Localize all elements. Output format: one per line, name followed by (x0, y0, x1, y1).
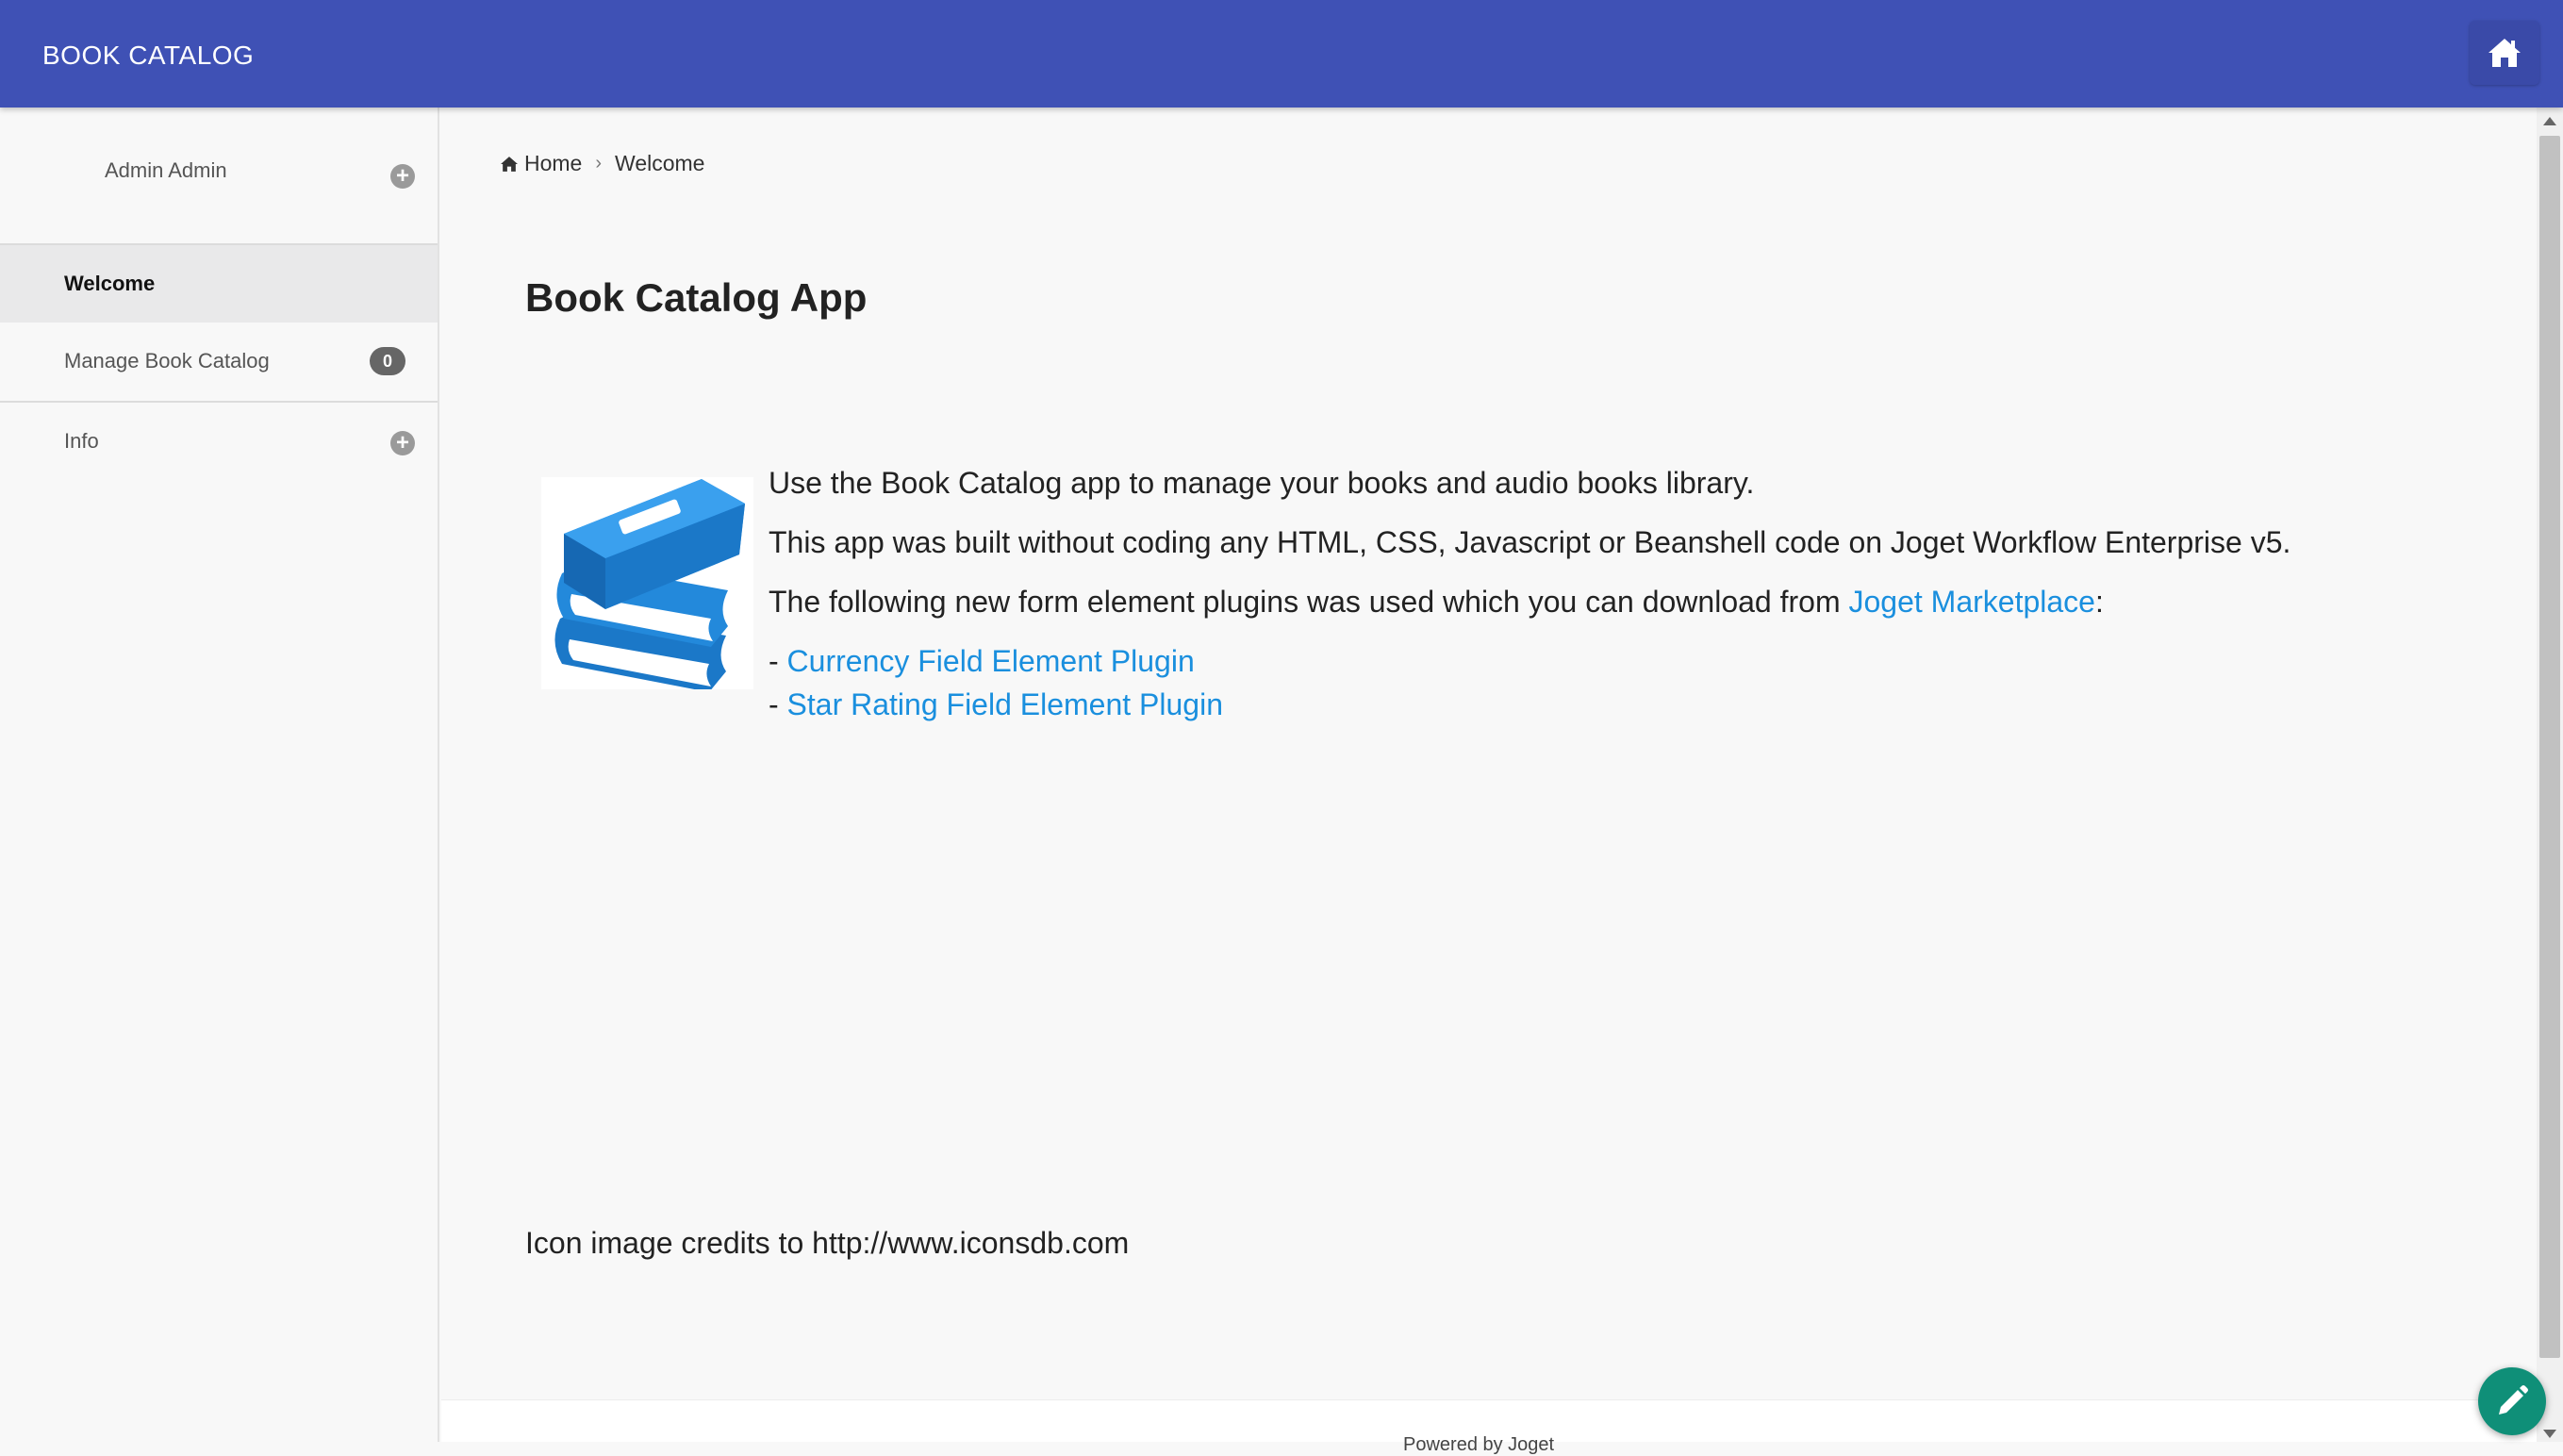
list-dash: - (769, 644, 787, 678)
sidebar-item-info[interactable]: Info + (0, 403, 438, 480)
vertical-scrollbar[interactable] (2537, 108, 2563, 1442)
footer-text: Powered by Joget (1403, 1434, 1555, 1455)
description-line-3: The following new form element plugins w… (769, 585, 2104, 620)
breadcrumb-home-link[interactable]: Home (524, 151, 582, 176)
scrollbar-thumb[interactable] (2539, 136, 2560, 1358)
pencil-icon (2499, 1385, 2528, 1415)
sidebar-item-label: Info (64, 429, 99, 453)
book-stack-icon (541, 477, 753, 692)
description-line-3-suffix: : (2094, 585, 2104, 619)
star-rating-plugin-link[interactable]: Star Rating Field Element Plugin (787, 687, 1223, 721)
user-name: Admin Admin (105, 158, 227, 182)
icon-credits: Icon image credits to http://www.iconsdb… (525, 1226, 1130, 1260)
plugin-list-item: - Star Rating Field Element Plugin (769, 687, 1223, 722)
description-line-3-text: The following new form element plugins w… (769, 585, 1849, 619)
app-brand[interactable]: BOOK CATALOG (42, 0, 254, 108)
sidebar-item-manage-book-catalog[interactable]: Manage Book Catalog 0 (0, 323, 438, 400)
sidebar: Admin Admin + Welcome Manage Book Catalo… (0, 108, 439, 1442)
footer: Powered by Joget (441, 1399, 2537, 1455)
joget-marketplace-link[interactable]: Joget Marketplace (1848, 585, 2094, 619)
breadcrumb-current: Welcome (615, 151, 705, 175)
page-title: Book Catalog App (525, 275, 868, 320)
description-line-1: Use the Book Catalog app to manage your … (769, 466, 1755, 500)
sidebar-item-welcome[interactable]: Welcome (0, 245, 438, 323)
expand-plus-icon[interactable]: + (390, 164, 415, 189)
description-line-2: This app was built without coding any HT… (769, 525, 2291, 559)
expand-plus-icon[interactable]: + (390, 431, 415, 455)
home-icon (501, 156, 518, 172)
breadcrumb: Home › Welcome (500, 151, 704, 176)
home-icon (2489, 39, 2521, 67)
plugin-list-item: - Currency Field Element Plugin (769, 644, 1195, 679)
edit-button[interactable] (2478, 1367, 2546, 1435)
scroll-down-arrow-icon[interactable] (2543, 1430, 2556, 1438)
home-button[interactable] (2470, 21, 2539, 85)
scroll-up-arrow-icon[interactable] (2543, 117, 2556, 125)
sidebar-item-label: Manage Book Catalog (64, 349, 270, 372)
list-dash: - (769, 687, 787, 721)
top-navbar: BOOK CATALOG (0, 0, 2563, 108)
currency-field-plugin-link[interactable]: Currency Field Element Plugin (787, 644, 1195, 678)
chevron-right-icon: › (595, 153, 603, 174)
user-menu[interactable]: Admin Admin + (0, 108, 438, 245)
count-badge: 0 (370, 347, 405, 375)
main-content: Home › Welcome Book Catalog App Use the … (441, 108, 2537, 1399)
sidebar-item-label: Welcome (64, 272, 156, 295)
